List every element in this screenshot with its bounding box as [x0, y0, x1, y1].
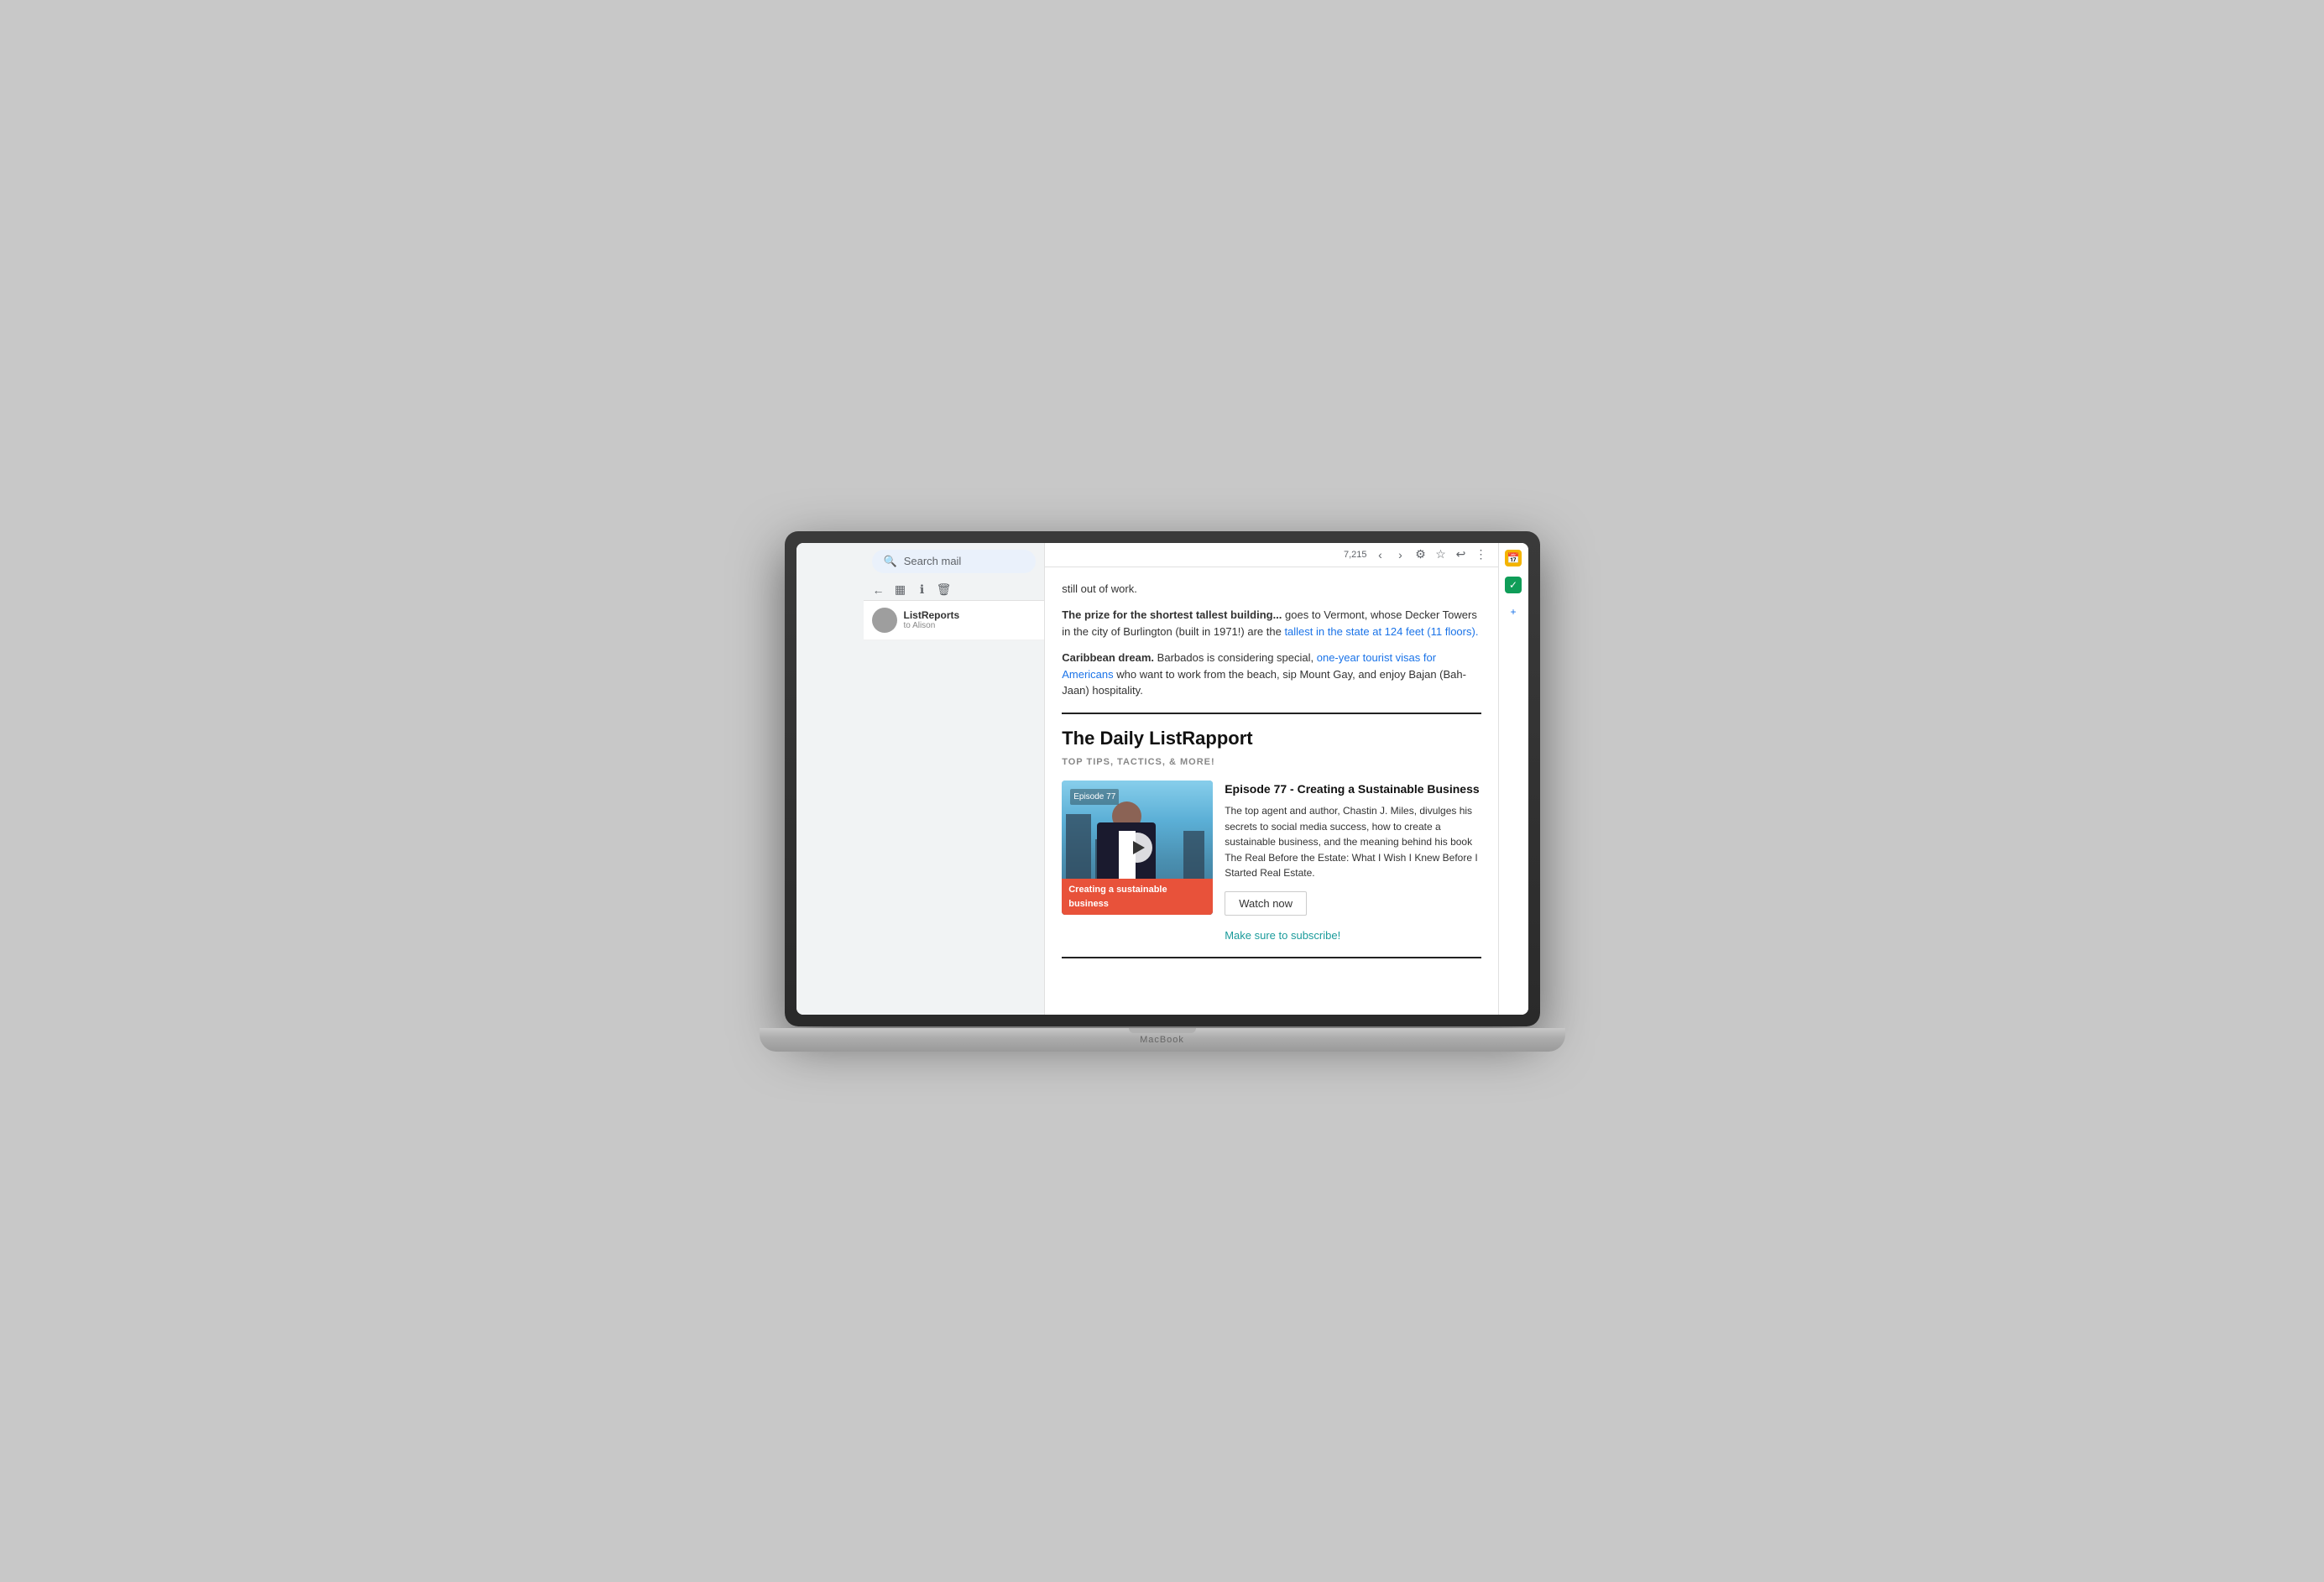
email-view-toolbar: 7,215 ‹ › ⚙ ☆ ↩ ⋮ [1045, 543, 1497, 567]
sender-avatar [872, 608, 897, 633]
back-icon[interactable]: ← [872, 583, 885, 597]
screen-content: 🔍 Search mail ← ▦ ℹ 🗑 [796, 543, 1528, 1015]
reply-icon[interactable]: ↩ [1454, 548, 1468, 561]
screen-bezel: 🔍 Search mail ← ▦ ℹ 🗑 [796, 543, 1528, 1015]
macbook-body: 🔍 Search mail ← ▦ ℹ 🗑 [785, 531, 1540, 1026]
para-still-out: still out of work. [1062, 581, 1481, 598]
email-view-panel: 7,215 ‹ › ⚙ ☆ ↩ ⋮ still out of work. [1044, 543, 1497, 1015]
gmail-toolbar: ← ▦ ℹ 🗑 [864, 580, 1045, 601]
episode-title-overlay: Creating a sustainable business [1062, 879, 1213, 915]
caribbean-text2: who want to work from the beach, sip Mou… [1062, 668, 1466, 697]
episode-description: The top agent and author, Chastin J. Mil… [1225, 803, 1481, 881]
play-triangle-icon [1133, 841, 1145, 854]
episode-label: Episode 77 [1070, 789, 1119, 805]
para-shortest-bold: The prize for the shortest tallest build… [1062, 608, 1282, 621]
macbook-base: MacBook [760, 1028, 1565, 1052]
section-divider-top [1062, 713, 1481, 714]
delete-icon[interactable]: 🗑 [937, 583, 951, 597]
email-body-scroll[interactable]: still out of work. The prize for the sho… [1045, 567, 1497, 1015]
settings-icon[interactable]: ⚙ [1414, 548, 1428, 561]
watch-now-button[interactable]: Watch now [1225, 891, 1307, 916]
caribbean-bold: Caribbean dream. [1062, 651, 1154, 664]
tasks-icon[interactable]: ✓ [1505, 577, 1522, 593]
email-info: ListReports to Alison [904, 609, 1037, 630]
play-button[interactable] [1122, 833, 1152, 863]
email-list: ListReports to Alison [864, 601, 1045, 1015]
gmail-search-bar[interactable]: 🔍 Search mail [872, 550, 1037, 573]
gmail-sidebar [796, 543, 864, 1015]
email-content: still out of work. The prize for the sho… [1045, 567, 1497, 973]
info-icon[interactable]: ℹ [916, 583, 929, 597]
para-shortest-building: The prize for the shortest tallest build… [1062, 607, 1481, 640]
email-list-item[interactable]: ListReports to Alison [864, 601, 1045, 640]
tallest-link[interactable]: tallest in the state at 124 feet (11 flo… [1284, 625, 1478, 638]
section-divider-bottom [1062, 957, 1481, 958]
gmail-right-sidebar: 📅 ✓ + [1498, 543, 1528, 1015]
subscribe-link[interactable]: Make sure to subscribe! [1225, 927, 1481, 944]
episode-section: Episode 77 Creating a sustainable busine… [1062, 781, 1481, 943]
star-icon[interactable]: ☆ [1434, 548, 1448, 561]
macbook-notch [1129, 1028, 1196, 1033]
archive-icon[interactable]: ▦ [894, 583, 907, 597]
plus-icon[interactable]: + [1505, 603, 1522, 620]
caribbean-text: Barbados is considering special, [1157, 651, 1317, 664]
search-input-label: Search mail [904, 555, 962, 567]
gmail-main: 🔍 Search mail ← ▦ ℹ 🗑 [864, 543, 1045, 1015]
calendar-icon[interactable]: 📅 [1505, 550, 1522, 566]
email-recipient: to Alison [904, 621, 1037, 630]
search-icon: 🔍 [884, 555, 897, 568]
newsletter-title: The Daily ListRapport [1062, 724, 1481, 752]
para-caribbean: Caribbean dream. Barbados is considering… [1062, 650, 1481, 699]
macbook-brand-label: MacBook [1140, 1035, 1184, 1045]
email-sender: ListReports [904, 609, 1037, 621]
more-icon[interactable]: ⋮ [1475, 548, 1488, 561]
nav-forward-icon[interactable]: › [1394, 548, 1407, 561]
message-count: 7,215 [1344, 550, 1367, 560]
episode-heading: Episode 77 - Creating a Sustainable Busi… [1225, 781, 1481, 798]
newsletter-subtitle: TOP TIPS, TACTICS, & MORE! [1062, 755, 1481, 770]
episode-thumbnail[interactable]: Episode 77 Creating a sustainable busine… [1062, 781, 1213, 915]
macbook-device: 🔍 Search mail ← ▦ ℹ 🗑 [785, 531, 1540, 1052]
nav-back-icon[interactable]: ‹ [1374, 548, 1387, 561]
episode-text-content: Episode 77 - Creating a Sustainable Busi… [1225, 781, 1481, 943]
